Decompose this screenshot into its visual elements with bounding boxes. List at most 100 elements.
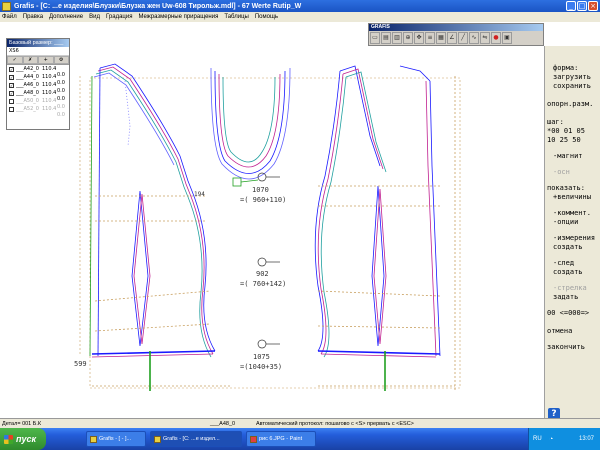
pan-icon[interactable]: ✥ xyxy=(414,32,424,44)
menu-help[interactable]: Помощь xyxy=(255,14,278,20)
grid-icon[interactable]: ▦ xyxy=(436,32,446,44)
base-size-select[interactable]: XS6 xyxy=(7,47,69,56)
status-detail: Детал= 001 Б.К xyxy=(2,421,42,427)
menu-grading[interactable]: Градация xyxy=(106,14,132,20)
step-options-row1[interactable]: *00 01 05 xyxy=(547,127,585,135)
stop-icon[interactable]: ● xyxy=(491,32,501,44)
grafis-toolbar: GRAFIS ▭ ▤ ▥ ⊕ ✥ ≡ ▦ ∠ ╱ ∿ ⇋ ● ▣ xyxy=(368,23,544,46)
status-size: ___A48_0 xyxy=(210,421,236,427)
base-size-button[interactable]: опорн.разм. xyxy=(547,100,593,108)
uncheck-all-icon[interactable]: ✗ xyxy=(22,56,38,64)
menu-tables[interactable]: Таблицы xyxy=(224,14,249,20)
angle-icon[interactable]: ∠ xyxy=(447,32,457,44)
save-icon[interactable]: ▤ xyxy=(381,32,391,44)
status-bar: Детал= 001 Б.К ___A48_0 Автоматический п… xyxy=(0,418,600,428)
form-label: форма: xyxy=(553,64,579,72)
measure-label-2: 902 xyxy=(256,270,269,278)
start-button[interactable]: пуск xyxy=(0,428,46,450)
window-title: Grafis - [C: ...е изделия\Блузки\Блузка … xyxy=(14,2,302,10)
menu-addition[interactable]: Дополнение xyxy=(49,14,83,20)
curve-icon[interactable]: ∿ xyxy=(469,32,479,44)
measure-formula-3: =(1040+35) xyxy=(240,363,282,371)
size-panel-buttons: ✓ ✗ + ⚙ xyxy=(7,56,69,65)
arrow-toggle[interactable]: -стрелка xyxy=(553,284,587,292)
hem-label: 599 xyxy=(74,360,87,368)
measure-label-1: 1070 xyxy=(252,186,269,194)
mirror-icon[interactable]: ⇋ xyxy=(480,32,490,44)
menu-file[interactable]: Файл xyxy=(2,14,17,20)
size-checkbox[interactable]: ✓ xyxy=(9,82,14,88)
open-icon[interactable]: ▭ xyxy=(370,32,380,44)
title-bar: Grafis - [C: ...е изделия\Блузки\Блузка … xyxy=(0,0,600,12)
print-icon[interactable]: ▥ xyxy=(392,32,402,44)
cancel-button[interactable]: отмена xyxy=(547,327,572,335)
app-icon xyxy=(2,1,11,11)
create-trace-button[interactable]: создать xyxy=(553,268,583,276)
toolbar-icons: ▭ ▤ ▥ ⊕ ✥ ≡ ▦ ∠ ╱ ∿ ⇋ ● ▣ xyxy=(369,31,543,45)
check-all-icon[interactable]: ✓ xyxy=(7,56,23,64)
measure-icon[interactable]: ≡ xyxy=(425,32,435,44)
menu-increments[interactable]: Межразмерные приращения xyxy=(138,14,218,20)
maximize-button[interactable]: □ xyxy=(577,1,587,11)
measure-formula-1: =( 960+110) xyxy=(240,196,286,204)
size-checkbox[interactable]: ✓ xyxy=(9,66,14,72)
minimize-button[interactable]: _ xyxy=(566,1,576,11)
task-paint[interactable]: рис 6.JPG - Paint xyxy=(246,431,316,447)
collar-curve xyxy=(210,67,291,187)
drawing-canvas[interactable]: 1070 =( 960+110) 902 =( 760+142) 1075 =(… xyxy=(0,46,544,418)
set-arrow-button[interactable]: задать xyxy=(553,293,578,301)
task-grafis-2[interactable]: Grafis - [C: ...е издел... xyxy=(150,431,242,447)
tray-icon[interactable]: ◔ xyxy=(549,436,553,443)
magnet-toggle[interactable]: -магнит xyxy=(553,152,583,160)
menu-view[interactable]: Вид xyxy=(89,14,100,20)
measure-formula-2: =( 760+142) xyxy=(240,280,286,288)
size-checkbox[interactable]: ✓ xyxy=(9,74,14,80)
clock: 13:07 xyxy=(579,436,595,442)
measurements-toggle[interactable]: -измерения xyxy=(553,234,595,242)
window-controls: _ □ × xyxy=(566,1,598,11)
values-toggle[interactable]: +величины xyxy=(553,193,591,201)
exit-icon[interactable]: ▣ xyxy=(502,32,512,44)
side-label: 194 xyxy=(194,191,205,198)
size-checkbox[interactable]: ✓ xyxy=(9,90,14,96)
step-label: шаг: xyxy=(547,118,564,126)
size-checkbox[interactable] xyxy=(9,106,14,112)
zoom-icon[interactable]: ⊕ xyxy=(403,32,413,44)
size-panel: Базовый размер: ___ XS6 ✓ ✗ + ⚙ ✓ ___A42… xyxy=(6,38,70,130)
toolbar-title: GRAFIS xyxy=(369,24,543,31)
system-tray: RU ◔ 13:07 xyxy=(528,428,600,450)
taskbar: пуск Grafis - [ - ]... Grafis - [C: ...е… xyxy=(0,428,600,450)
line-icon[interactable]: ╱ xyxy=(458,32,468,44)
show-label: показать: xyxy=(547,184,585,192)
grafis-app-icon xyxy=(90,435,97,443)
size-panel-title: Базовый размер: ___ xyxy=(7,39,69,47)
finish-button[interactable]: закончить xyxy=(547,343,585,351)
create-measurement-button[interactable]: создать xyxy=(553,243,583,251)
task-grafis-1[interactable]: Grafis - [ - ]... xyxy=(86,431,146,447)
back-piece xyxy=(314,65,456,391)
snap-toggle[interactable]: -осн xyxy=(553,168,570,176)
paint-app-icon xyxy=(250,435,257,443)
save-form-button[interactable]: сохранить xyxy=(553,82,591,90)
menu-edit[interactable]: Правка xyxy=(23,14,43,20)
load-button[interactable]: загрузить xyxy=(553,73,591,81)
size-values-col: 0.0 0.0 0.0 0.0 0.0 0.0 xyxy=(57,72,65,118)
add-size-icon[interactable]: + xyxy=(38,56,54,64)
menu-bar: Файл Правка Дополнение Вид Градация Межр… xyxy=(0,12,600,22)
language-indicator[interactable]: RU xyxy=(533,436,542,442)
front-piece xyxy=(89,63,230,391)
command-panel: форма: загрузить сохранить опорн.разм. ш… xyxy=(544,46,600,418)
measure-label-3: 1075 xyxy=(253,353,270,361)
pattern-drawing: 1070 =( 960+110) 902 =( 760+142) 1075 =(… xyxy=(74,63,461,391)
range-control[interactable]: 00 <=000=> xyxy=(547,309,589,317)
step-options-row2[interactable]: 10 25 50 xyxy=(547,136,581,144)
settings-icon[interactable]: ⚙ xyxy=(53,56,69,64)
comments-toggle[interactable]: -коммент. xyxy=(553,209,591,217)
close-button[interactable]: × xyxy=(588,1,598,11)
options-toggle[interactable]: -опции xyxy=(553,218,578,226)
status-protocol: Автоматический протокол: пошагово с <S> … xyxy=(256,421,414,427)
grafis-app-icon xyxy=(154,435,161,443)
trace-toggle[interactable]: -след xyxy=(553,259,574,267)
size-checkbox[interactable] xyxy=(9,98,14,104)
windows-flag-icon xyxy=(4,434,13,444)
